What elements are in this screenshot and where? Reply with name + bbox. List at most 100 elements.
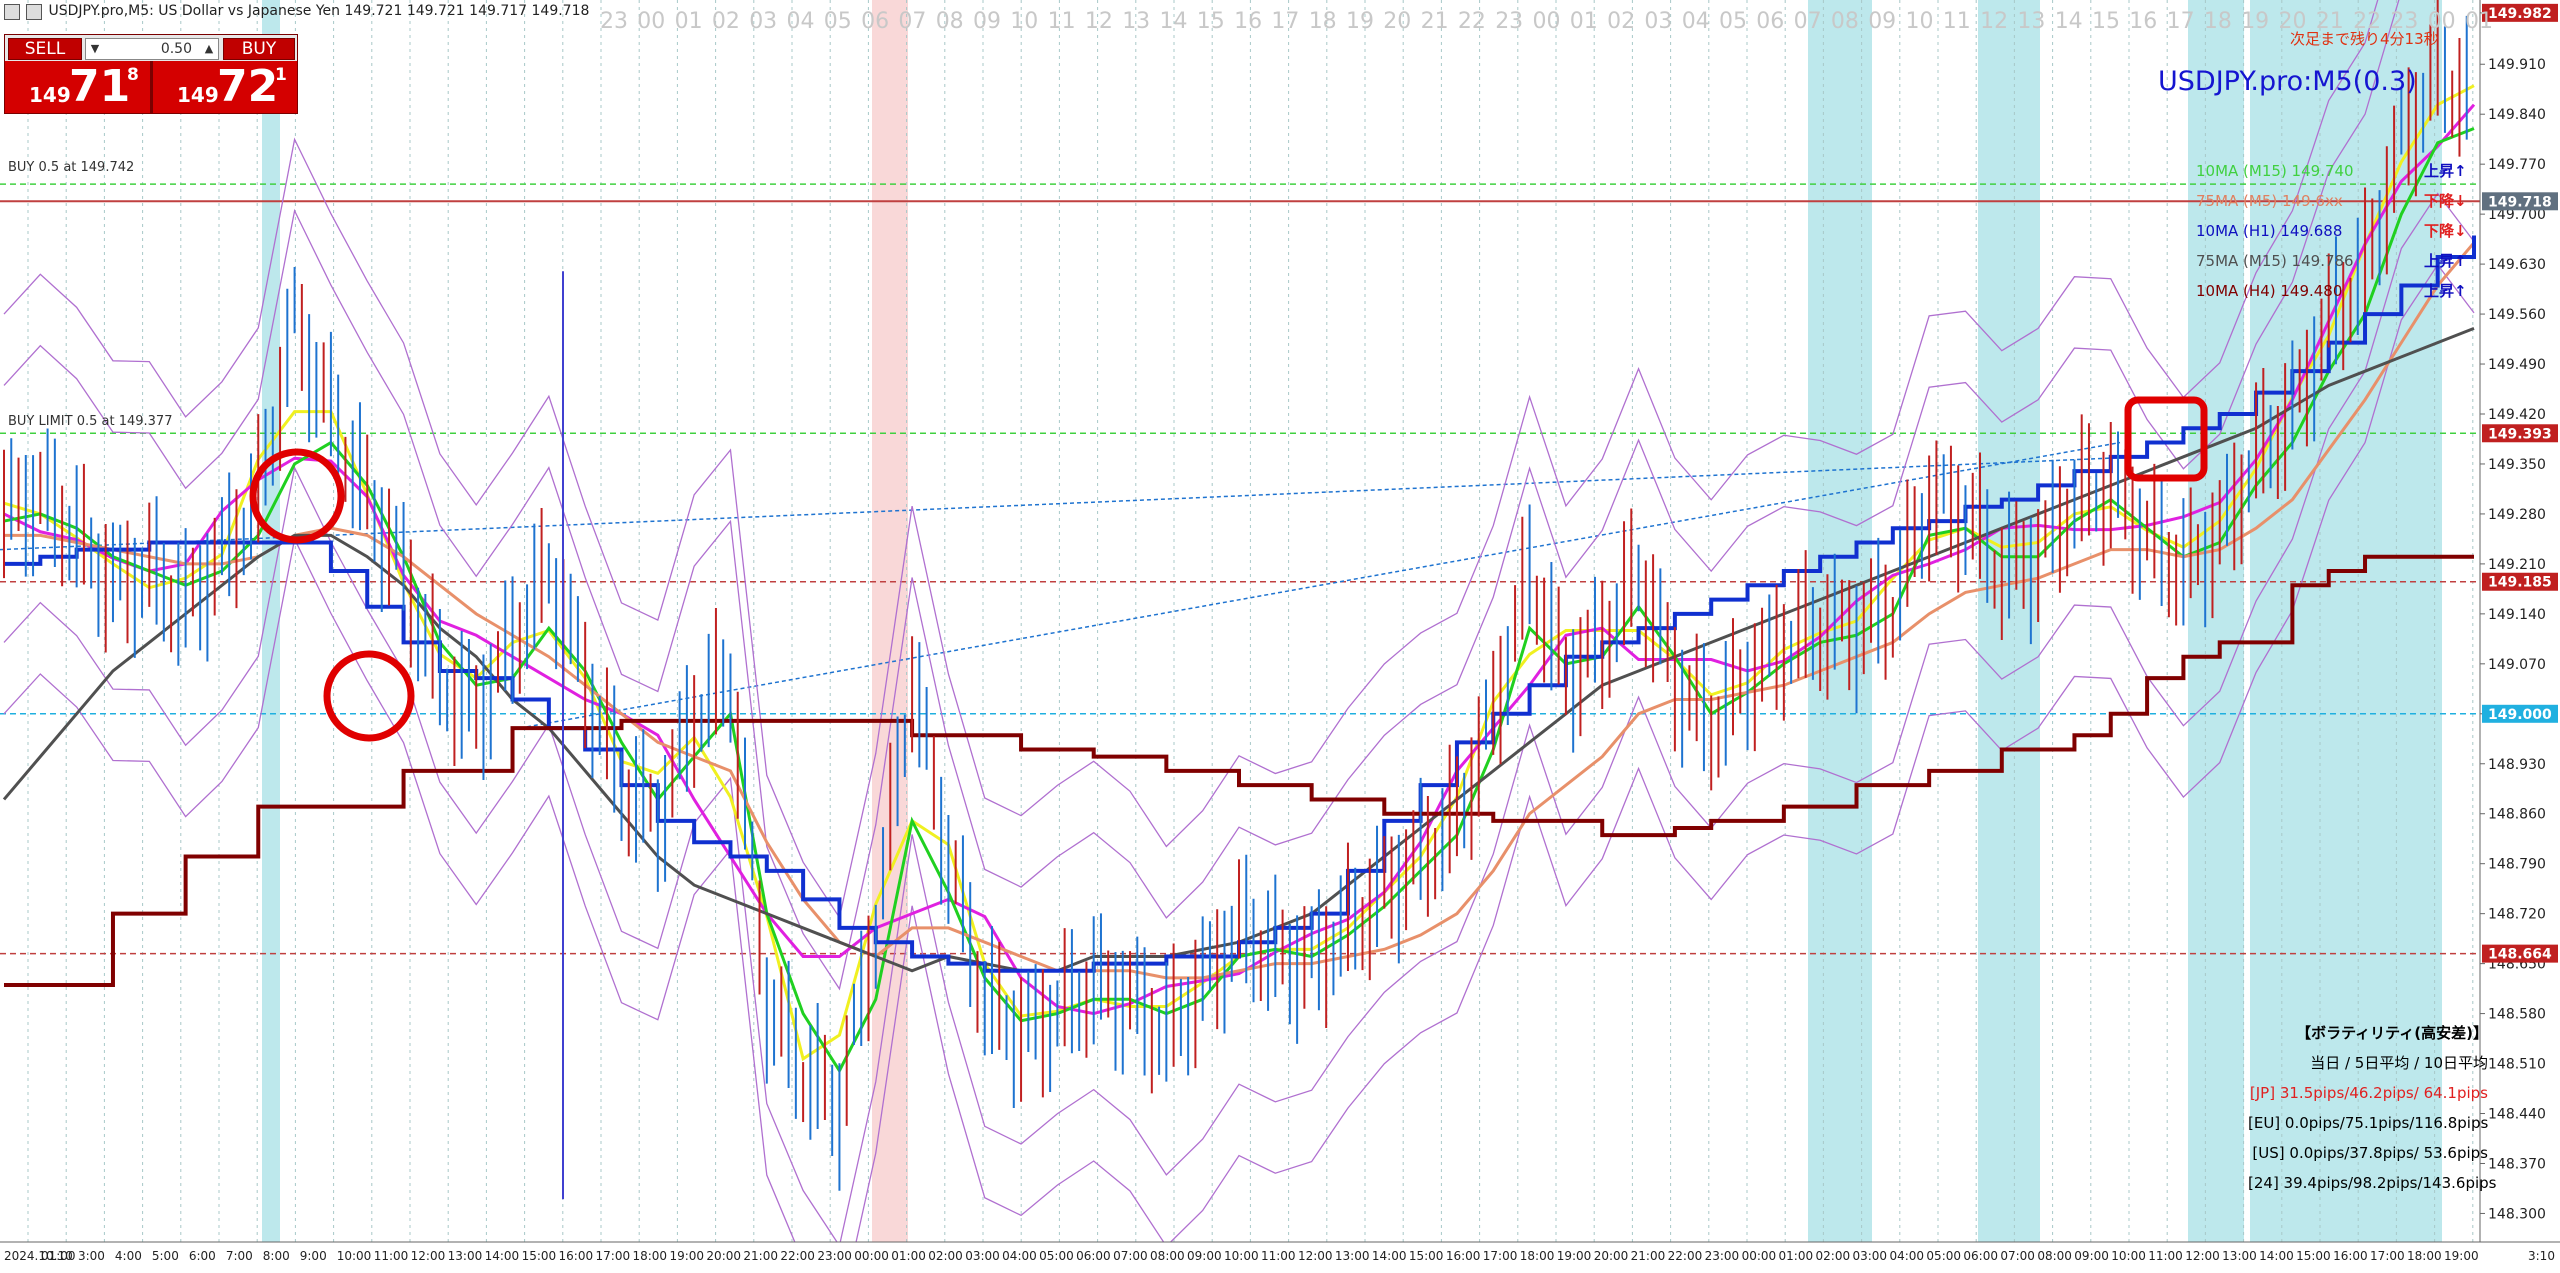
buy-price-prefix: 149 [177, 83, 219, 107]
time-axis-corner: 3:10 [2528, 1249, 2555, 1263]
price-tick-label: 149.420 [2488, 407, 2546, 423]
hour-ruler-label: 16 [1234, 9, 1262, 34]
time-axis-label: 15:00 [1409, 1249, 1444, 1263]
price-tick-label: 148.300 [2488, 1206, 2546, 1222]
chart-area[interactable]: 149.982149.910149.840149.770149.700149.6… [0, 0, 2560, 1273]
price-tick-label: 148.720 [2488, 907, 2546, 923]
time-axis-label: 13:00 [1335, 1249, 1370, 1263]
time-axis-label: 11:00 [374, 1249, 409, 1263]
price-tick-label: 148.930 [2488, 757, 2546, 773]
chart-window-icon [26, 4, 42, 20]
ma-direction: 下降↓ [2424, 222, 2467, 240]
buy-quote[interactable]: 149 72 1 [153, 63, 297, 111]
time-axis-label: 03:00 [1852, 1249, 1887, 1263]
hour-ruler-label: 08 [1831, 9, 1859, 34]
time-axis-label: 18:00 [2407, 1249, 2442, 1263]
hour-ruler-label: 05 [824, 9, 852, 34]
time-axis-label: 01:00 [41, 1249, 76, 1263]
time-axis-label: 05:00 [1039, 1249, 1074, 1263]
price-chart[interactable]: 149.982149.910149.840149.770149.700149.6… [0, 0, 2560, 1273]
volatility-row: [EU] 0.0pips/75.1pips/116.8pips [2248, 1114, 2489, 1132]
time-axis-label: 12:00 [411, 1249, 446, 1263]
symbol-title: USDJPY.pro:M5(0.3) [2158, 66, 2417, 97]
price-tag-label: 149.718 [2488, 194, 2552, 210]
time-axis-label: 04:00 [1889, 1249, 1924, 1263]
hour-ruler-label: 16 [2129, 9, 2157, 34]
hour-ruler-label: 14 [1160, 9, 1188, 34]
hour-ruler-label: 03 [749, 9, 777, 34]
chart-window-icon [4, 4, 20, 20]
time-axis-label: 04:00 [1002, 1249, 1037, 1263]
time-axis-label: 7:00 [226, 1249, 253, 1263]
time-axis-label: 15:00 [522, 1249, 557, 1263]
price-tick-label: 149.350 [2488, 457, 2546, 473]
hour-ruler-label: 00 [637, 9, 665, 34]
hour-ruler-label: 01 [675, 9, 703, 34]
price-tick-label: 149.280 [2488, 507, 2546, 523]
sell-price-prefix: 149 [29, 83, 71, 107]
sell-quote[interactable]: 149 71 8 [5, 63, 150, 111]
time-axis-label: 18:00 [632, 1249, 667, 1263]
time-axis-label: 14:00 [1372, 1249, 1407, 1263]
time-axis-label: 10:00 [337, 1249, 372, 1263]
ma-direction: 上昇↑ [2424, 162, 2467, 180]
time-axis-label: 03:00 [965, 1249, 1000, 1263]
buy-order-label[interactable]: BUY 0.5 at 149.742 [8, 160, 134, 175]
time-axis-label: 3:00 [78, 1249, 105, 1263]
volatility-panel: 【ボラティリティ(高安差)】 当日 / 5日平均 / 10日平均 [JP] 31… [2248, 1018, 2497, 1198]
price-tick-label: 149.770 [2488, 157, 2546, 173]
hour-ruler-label: 07 [1794, 9, 1822, 34]
hour-ruler-label: 23 [1495, 9, 1523, 34]
price-tick-label: 148.580 [2488, 1007, 2546, 1023]
time-axis-label: 20:00 [706, 1249, 741, 1263]
price-tag-label: 149.000 [2488, 707, 2552, 723]
time-axis-label: 19:00 [1557, 1249, 1592, 1263]
time-axis-label: 17:00 [1483, 1249, 1518, 1263]
ma-legend: 10MA (M15) 149.740 75MA (M5) 149.6xx 10M… [2196, 156, 2354, 306]
time-axis-label: 22:00 [780, 1249, 815, 1263]
lot-decrease-icon[interactable]: ▼ [86, 39, 104, 59]
hour-ruler-label: 11 [1048, 9, 1076, 34]
time-axis-label: 19:00 [669, 1249, 704, 1263]
time-axis-label: 07:00 [2000, 1249, 2035, 1263]
chart-title-bar: USDJPY.pro,M5: US Dollar vs Japanese Yen… [0, 0, 589, 22]
time-axis-label: 17:00 [2370, 1249, 2405, 1263]
hour-ruler-label: 15 [1197, 9, 1225, 34]
ma-direction: 下降↓ [2424, 192, 2467, 210]
price-tick-label: 149.070 [2488, 657, 2546, 673]
buy-price-pips: 72 [217, 61, 279, 112]
lot-size-input[interactable]: ▼ 0.50 ▲ [85, 38, 219, 60]
price-tick-label: 148.790 [2488, 857, 2546, 873]
buy-button[interactable]: BUY [223, 38, 295, 60]
ma-direction: 上昇↑ [2424, 282, 2467, 300]
hour-ruler-label: 06 [861, 9, 889, 34]
volatility-row: [US] 0.0pips/37.8pips/ 53.6pips [2252, 1144, 2488, 1162]
price-tick-label: 149.210 [2488, 557, 2546, 573]
lot-increase-icon[interactable]: ▲ [200, 39, 218, 59]
time-axis-label: 11:00 [2148, 1249, 2183, 1263]
price-tick-label: 148.370 [2488, 1156, 2546, 1172]
time-axis-label: 00:00 [1742, 1249, 1777, 1263]
time-axis-label: 07:00 [1113, 1249, 1148, 1263]
price-tick-label: 149.840 [2488, 107, 2546, 123]
bollinger-band [3, 263, 2475, 1273]
time-axis-label: 5:00 [152, 1249, 179, 1263]
time-axis-label: 6:00 [189, 1249, 216, 1263]
buy-limit-order-label[interactable]: BUY LIMIT 0.5 at 149.377 [8, 414, 172, 429]
hour-ruler-label: 11 [1943, 9, 1971, 34]
hour-ruler-label: 14 [2055, 9, 2083, 34]
price-tick-label: 148.510 [2488, 1057, 2546, 1073]
price-tick-label: 148.440 [2488, 1107, 2546, 1123]
ma-direction-column: 上昇↑ 下降↓ 下降↓ 上昇↑ 上昇↑ [2424, 156, 2467, 306]
time-axis-label: 18:00 [1520, 1249, 1555, 1263]
volatility-row: [24] 39.4pips/98.2pips/143.6pips [2248, 1174, 2497, 1192]
hour-ruler-label: 18 [2204, 9, 2232, 34]
time-axis-label: 14:00 [2259, 1249, 2294, 1263]
sell-button[interactable]: SELL [8, 38, 82, 60]
time-axis-label: 23:00 [1705, 1249, 1740, 1263]
time-axis-label: 02:00 [928, 1249, 963, 1263]
time-axis-label: 14:00 [485, 1249, 520, 1263]
hour-ruler-label: 08 [936, 9, 964, 34]
bar-countdown: 次足まで残り4分13秒 [2290, 30, 2439, 48]
hour-ruler-label: 00 [1533, 9, 1561, 34]
